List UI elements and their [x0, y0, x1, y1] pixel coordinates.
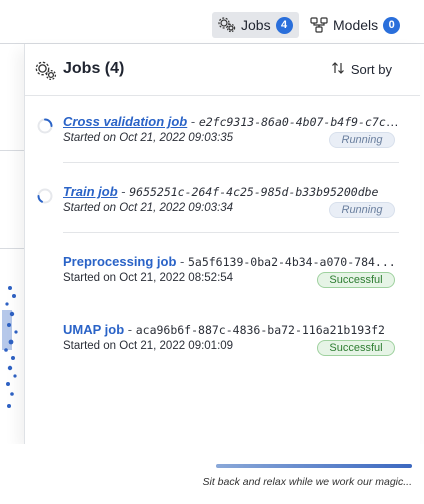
jobs-count-badge: 4	[275, 16, 293, 34]
job-divider	[63, 162, 399, 163]
jobs-gear-icon	[35, 61, 57, 86]
job-title-line: UMAP job - aca96b6f-887c-4836-ba72-116a2…	[63, 322, 403, 337]
background-divider	[0, 150, 24, 151]
jobs-panel-title: Jobs (4)	[63, 60, 125, 77]
job-item: Train job - 9655251c-264f-4c25-985d-b33b…	[25, 184, 421, 250]
job-title-line: Train job - 9655251c-264f-4c25-985d-b33b…	[63, 184, 403, 199]
status-badge: Running	[329, 132, 395, 148]
jobs-panel: Jobs (4) Sort by Cross validation job - …	[24, 44, 420, 444]
job-title-line: Preprocessing job - 5a5f6139-0ba2-4b34-a…	[63, 254, 403, 269]
job-id: aca96b6f-887c-4836-ba72-116a21b193f2	[135, 323, 385, 337]
job-separator: -	[124, 322, 136, 337]
job-name-link[interactable]: Train job	[63, 184, 118, 199]
progress-bar	[216, 464, 412, 468]
background-scatter-plot	[2, 286, 18, 408]
spinner-icon	[37, 188, 53, 204]
jobs-gear-icon	[218, 17, 236, 33]
sort-arrows-icon	[331, 61, 345, 78]
job-item: Preprocessing job - 5a5f6139-0ba2-4b34-a…	[25, 254, 421, 320]
sort-by-label: Sort by	[350, 62, 392, 77]
job-divider	[63, 232, 399, 233]
job-started-time: Started on Oct 21, 2022 09:03:34	[63, 202, 234, 214]
spinner-icon	[37, 118, 53, 134]
job-item: Cross validation job - e2fc9313-86a0-4b0…	[25, 114, 421, 180]
job-name-link[interactable]: Preprocessing job	[63, 254, 176, 269]
background-divider	[0, 248, 24, 249]
sort-by-button[interactable]: Sort by	[331, 61, 392, 78]
models-button-label: Models	[333, 17, 379, 33]
top-toolbar: Jobs 4 Models 0	[0, 0, 424, 44]
bottom-status-bar: Sit back and relax while we work our mag…	[0, 444, 424, 504]
job-started-time: Started on Oct 21, 2022 09:01:09	[63, 340, 234, 352]
jobs-button[interactable]: Jobs 4	[212, 12, 299, 38]
job-name-link[interactable]: UMAP job	[63, 322, 124, 337]
status-message: Sit back and relax while we work our mag…	[202, 476, 412, 488]
jobs-button-label: Jobs	[241, 17, 271, 33]
status-badge: Running	[329, 202, 395, 218]
job-item: UMAP job - aca96b6f-887c-4836-ba72-116a2…	[25, 322, 421, 388]
job-separator: -	[117, 184, 130, 199]
models-icon	[310, 17, 328, 33]
job-separator: -	[187, 114, 199, 129]
models-button[interactable]: Models 0	[304, 12, 406, 38]
job-id: 9655251c-264f-4c25-985d-b33b95200dbe	[129, 185, 379, 199]
status-badge: Successful	[317, 340, 395, 356]
status-badge: Successful	[317, 272, 395, 288]
job-title-line: Cross validation job - e2fc9313-86a0-4b0…	[63, 114, 403, 129]
job-id: 5a5f6139-0ba2-4b34-a070-784...	[187, 255, 396, 269]
job-started-time: Started on Oct 21, 2022 08:52:54	[63, 272, 234, 284]
job-name-link[interactable]: Cross validation job	[63, 114, 187, 129]
job-id: e2fc9313-86a0-4b07-b4f9-c7c...	[198, 115, 403, 129]
job-separator: -	[176, 254, 188, 269]
models-count-badge: 0	[383, 16, 401, 34]
job-started-time: Started on Oct 21, 2022 09:03:35	[63, 132, 234, 144]
jobs-panel-header: Jobs (4) Sort by	[25, 44, 420, 96]
progress-bar-fill	[216, 464, 412, 468]
